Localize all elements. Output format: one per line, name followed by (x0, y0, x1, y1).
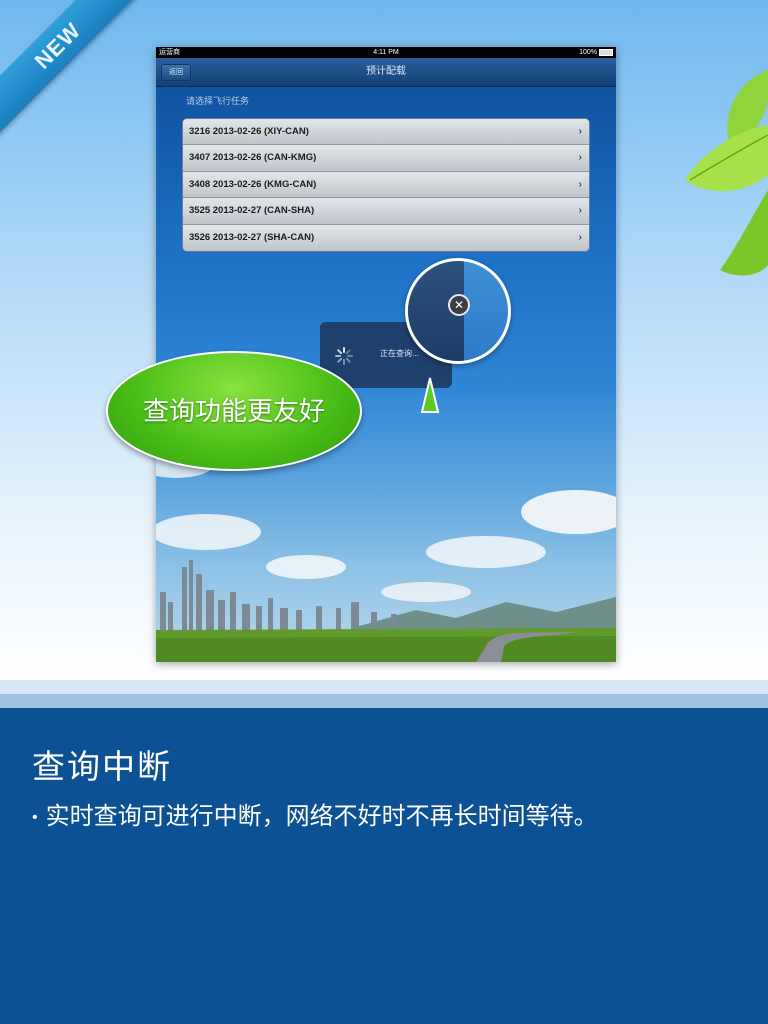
flight-row[interactable]: 3526 2013-02-27 (SHA-CAN) › (183, 224, 589, 251)
flight-row-label: 3407 2013-02-26 (CAN-KMG) (189, 152, 317, 164)
chevron-right-icon: › (578, 178, 582, 190)
chevron-right-icon: › (578, 205, 582, 217)
flight-list: 3216 2013-02-26 (XIY-CAN) › 3407 2013-02-… (182, 118, 590, 252)
battery-indicator: 100% (579, 47, 613, 58)
flight-row-label: 3526 2013-02-27 (SHA-CAN) (189, 231, 315, 243)
flight-row[interactable]: 3407 2013-02-26 (CAN-KMG) › (183, 145, 589, 172)
battery-icon (599, 48, 613, 56)
chevron-right-icon: › (578, 152, 582, 164)
flight-row[interactable]: 3216 2013-02-26 (XIY-CAN) › (183, 119, 589, 146)
callout-bubble: 查询功能更友好 (106, 351, 362, 471)
select-flight-prompt: 请选择飞行任务 (186, 96, 250, 106)
divider-band (0, 694, 768, 708)
spinner-icon (335, 347, 353, 365)
feature-panel: 查询中断 • 实时查询可进行中断，网络不好时不再长时间等待。 (0, 708, 768, 1024)
close-icon[interactable]: ✕ (448, 294, 470, 316)
chevron-right-icon: › (578, 126, 582, 137)
flight-row-label: 3408 2013-02-26 (KMG-CAN) (189, 178, 317, 190)
chevron-right-icon: › (578, 231, 582, 243)
callout-tail (420, 377, 440, 413)
flight-row[interactable]: 3525 2013-02-27 (CAN-SHA) › (183, 198, 589, 225)
feature-bullet-text: 实时查询可进行中断，网络不好时不再长时间等待。 (45, 803, 598, 830)
divider-band-light (0, 680, 768, 694)
flight-row-label: 3216 2013-02-26 (XIY-CAN) (189, 126, 309, 137)
leaf-decoration (685, 70, 768, 276)
flight-row-label: 3525 2013-02-27 (CAN-SHA) (189, 205, 315, 217)
battery-label: 100% (579, 49, 597, 56)
status-bar: 运营商 4:11 PM 100% (156, 47, 616, 58)
nav-title: 预计配载 (366, 66, 406, 77)
nav-bar: 返回 预计配载 (156, 58, 616, 87)
feature-title: 查询中断 (32, 748, 172, 785)
bullet-icon: • (32, 808, 38, 826)
status-time: 4:11 PM (373, 49, 399, 56)
city-landscape-image (156, 446, 616, 662)
magnified-close-button: ✕ (405, 258, 511, 364)
flight-row[interactable]: 3408 2013-02-26 (KMG-CAN) › (183, 171, 589, 199)
feature-bullet: • 实时查询可进行中断，网络不好时不再长时间等待。 (32, 796, 598, 831)
